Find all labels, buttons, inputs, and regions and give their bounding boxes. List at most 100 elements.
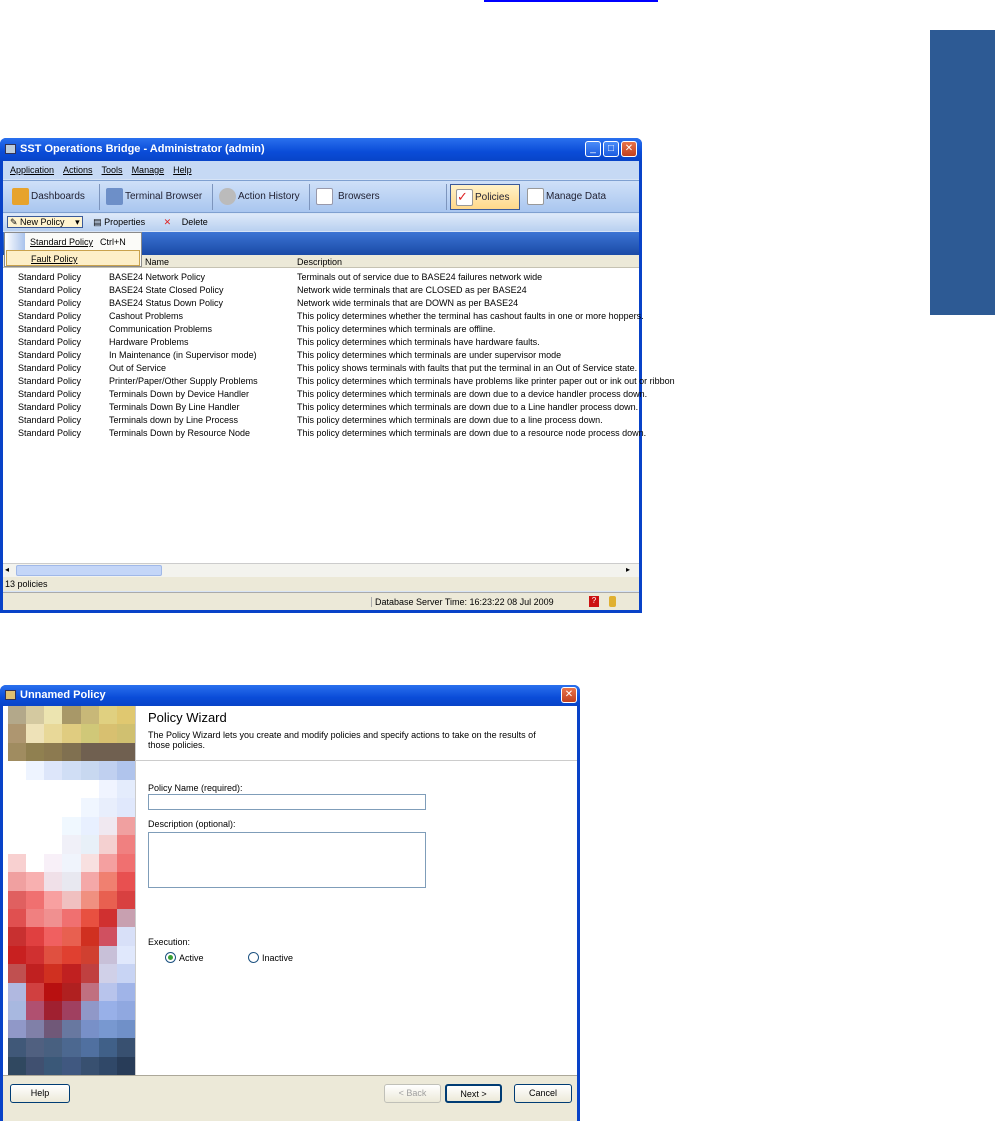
active-label[interactable]: Active [179, 953, 204, 963]
nav-dashboards[interactable]: Dashboards [7, 184, 100, 210]
mosaic-tile [8, 1038, 27, 1057]
active-radio[interactable] [165, 952, 176, 963]
scroll-right-icon[interactable]: ▸ [626, 565, 637, 576]
scroll-left-icon[interactable]: ◂ [5, 565, 16, 576]
col-name[interactable]: Name [145, 257, 169, 267]
menu-tools[interactable]: Tools [102, 165, 123, 175]
scroll-thumb[interactable] [16, 565, 162, 576]
mosaic-tile [26, 982, 45, 1002]
cell-type: Standard Policy [18, 285, 82, 295]
cell-name: BASE24 State Closed Policy [109, 285, 224, 295]
menu-item-fault-policy[interactable]: Fault Policy [6, 250, 140, 266]
mosaic-tile [116, 853, 135, 873]
count-status: 13 policies [3, 577, 639, 591]
table-row[interactable]: Standard Policy BASE24 Status Down Policy… [3, 297, 639, 310]
table-row[interactable]: Standard Policy Out of Service This policy… [3, 362, 639, 375]
close-button[interactable]: ✕ [621, 141, 637, 157]
next-button[interactable]: Next > [445, 1084, 502, 1103]
menu-help[interactable]: Help [173, 165, 192, 175]
cell-type: Standard Policy [18, 402, 82, 412]
mosaic-tile [62, 1001, 81, 1020]
table-row[interactable]: Standard Policy In Maintenance (in Superv… [3, 349, 639, 362]
description-label: Description (optional): [148, 819, 236, 829]
mosaic-tile [62, 779, 81, 799]
menu-application[interactable]: Application [10, 165, 54, 175]
table-row[interactable]: Standard Policy Terminals down by Line Pr… [3, 414, 639, 427]
inactive-label[interactable]: Inactive [262, 953, 293, 963]
nav-label: Manage Data [546, 191, 607, 202]
policy-list: Name Description Standard Policy BASE24 N… [3, 255, 675, 563]
table-row[interactable]: Standard Policy BASE24 State Closed Polic… [3, 284, 639, 297]
menu-item-standard-policy[interactable]: Standard Policy Ctrl+N [6, 234, 140, 250]
chapter-tab [930, 30, 995, 315]
table-row[interactable]: Standard Policy Printer/Paper/Other Suppl… [3, 375, 675, 388]
nav-label: Policies [475, 192, 510, 203]
nav-terminal-browser[interactable]: Terminal Browser [101, 184, 213, 210]
mosaic-tile [98, 1019, 117, 1039]
table-row[interactable]: Standard Policy Terminals Down by Device … [3, 388, 647, 401]
policy-name-input[interactable] [148, 794, 426, 810]
mosaic-tile [116, 835, 135, 854]
table-row[interactable]: Standard Policy Terminals Down By Line Ha… [3, 401, 639, 414]
help-button[interactable]: Help [10, 1084, 70, 1103]
table-row[interactable]: Standard Policy Cashout Problems This poli… [3, 310, 644, 323]
terminal-icon [106, 188, 123, 205]
menu-manage[interactable]: Manage [132, 165, 165, 175]
inactive-radio[interactable] [248, 952, 259, 963]
window-title: SST Operations Bridge - Administrator (a… [20, 143, 265, 155]
mosaic-tile [26, 798, 45, 817]
clock-icon [219, 188, 236, 205]
help-icon[interactable]: ? [589, 596, 599, 607]
mosaic-tile [116, 816, 135, 836]
cell-type: Standard Policy [18, 337, 82, 347]
cell-name: Terminals down by Line Process [109, 415, 239, 425]
mosaic-tile [98, 1001, 117, 1020]
table-row[interactable]: Standard Policy Hardware Problems This pol… [3, 336, 639, 349]
nav-policies[interactable]: ✓ Policies [450, 184, 520, 210]
properties-button[interactable]: ▤ Properties [93, 217, 153, 227]
mosaic-tile [80, 779, 99, 799]
horizontal-scrollbar[interactable]: ◂ ▸ [3, 563, 639, 577]
table-row[interactable]: Standard Policy Communication Problems Thi… [3, 323, 639, 336]
mosaic-tile [80, 706, 99, 725]
nav-browsers[interactable]: Browsers [311, 184, 447, 210]
description-input[interactable] [148, 832, 426, 888]
mosaic-tile [44, 706, 63, 725]
table-row[interactable]: Standard Policy BASE24 Network Policy Term… [3, 271, 639, 284]
col-description[interactable]: Description [297, 257, 342, 267]
delete-button[interactable]: ✕ Delete [164, 217, 216, 227]
toolbar: ✎ New Policy ▾ ▤ Properties ✕ Delete [3, 214, 639, 231]
mosaic-tile [26, 1019, 45, 1039]
mosaic-tile [8, 779, 27, 799]
app-icon [5, 144, 16, 154]
nav-manage-data[interactable]: Manage Data [522, 184, 617, 210]
nav-action-history[interactable]: Action History [214, 184, 310, 210]
dashboards-icon [12, 188, 29, 205]
mosaic-tile [98, 1056, 117, 1075]
mosaic-tile [62, 742, 81, 762]
cell-description: This policy determines whether the termi… [297, 311, 644, 321]
mosaic-tile [98, 908, 117, 928]
minimize-button[interactable]: _ [585, 141, 601, 157]
mosaic-tile [8, 761, 27, 780]
mosaic-tile [80, 964, 99, 983]
new-policy-button[interactable]: ✎ New Policy ▾ [7, 216, 83, 228]
cell-type: Standard Policy [18, 363, 82, 373]
cancel-button[interactable]: Cancel [514, 1084, 572, 1103]
table-row[interactable]: Standard Policy Terminals Down by Resourc… [3, 427, 646, 440]
policies-icon: ✓ [456, 189, 473, 206]
nav-label: Dashboards [31, 191, 85, 202]
mosaic-tile [26, 908, 45, 928]
cell-type: Standard Policy [18, 324, 82, 334]
wizard-close-button[interactable]: ✕ [561, 687, 577, 703]
mosaic-tile [44, 1001, 63, 1020]
link-underline[interactable] [484, 0, 658, 2]
maximize-button[interactable]: □ [603, 141, 619, 157]
mosaic-tile [62, 982, 81, 1002]
menu-actions[interactable]: Actions [63, 165, 93, 175]
mosaic-tile [26, 872, 45, 891]
mosaic-tile [62, 853, 81, 873]
back-button[interactable]: < Back [384, 1084, 441, 1103]
mosaic-tile [116, 742, 135, 762]
mosaic-tile [44, 779, 63, 799]
